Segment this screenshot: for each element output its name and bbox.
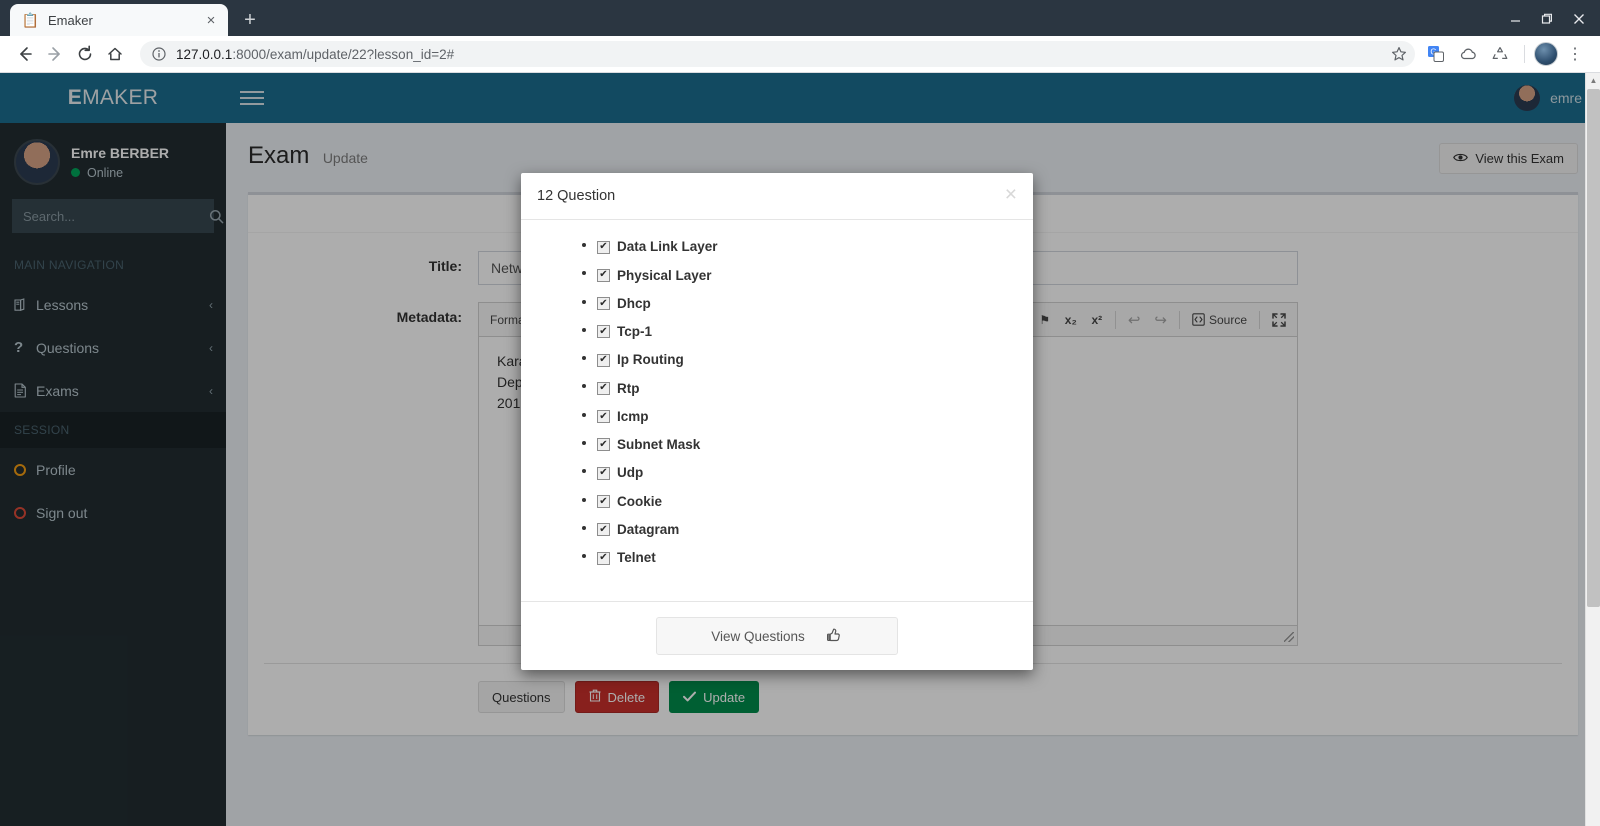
- bookmark-star-icon[interactable]: [1391, 46, 1407, 62]
- question-label: Icmp: [617, 408, 649, 424]
- question-label: Data Link Layer: [617, 239, 718, 255]
- recycle-icon[interactable]: [1485, 39, 1515, 69]
- question-checkbox[interactable]: [597, 495, 610, 509]
- tab-title: Emaker: [48, 12, 93, 28]
- list-item[interactable]: Datagram: [597, 519, 1017, 539]
- translate-icon[interactable]: G: [1421, 39, 1451, 69]
- page-scrollbar[interactable]: ▲: [1585, 73, 1600, 826]
- question-label: Subnet Mask: [617, 437, 701, 453]
- modal-body: Data Link Layer Physical Layer Dhcp Tcp-…: [521, 220, 1033, 601]
- question-label: Datagram: [617, 522, 680, 538]
- cloud-icon[interactable]: [1453, 39, 1483, 69]
- url-path: :8000/exam/update/22?lesson_id=2#: [232, 46, 455, 62]
- browser-menu-icon[interactable]: ⋮: [1560, 39, 1590, 69]
- list-item[interactable]: Icmp: [597, 406, 1017, 426]
- question-list: Data Link Layer Physical Layer Dhcp Tcp-…: [597, 236, 1017, 567]
- list-item[interactable]: Data Link Layer: [597, 236, 1017, 256]
- question-checkbox[interactable]: [597, 438, 610, 452]
- list-item[interactable]: Tcp-1: [597, 321, 1017, 341]
- clipboard-icon: 📋: [21, 12, 40, 28]
- address-bar[interactable]: 127.0.0.1:8000/exam/update/22?lesson_id=…: [140, 41, 1415, 67]
- list-item[interactable]: Rtp: [597, 377, 1017, 397]
- question-label: Udp: [617, 465, 644, 481]
- reload-icon[interactable]: [70, 39, 100, 69]
- question-label: Physical Layer: [617, 267, 712, 283]
- question-checkbox[interactable]: [597, 268, 610, 282]
- new-tab-button[interactable]: +: [236, 6, 264, 34]
- scrollbar-thumb[interactable]: [1587, 89, 1600, 607]
- list-item[interactable]: Ip Routing: [597, 349, 1017, 369]
- question-checkbox[interactable]: [597, 353, 610, 367]
- view-questions-label: View Questions: [711, 628, 805, 644]
- question-checkbox[interactable]: [597, 466, 610, 480]
- list-item[interactable]: Telnet: [597, 547, 1017, 567]
- question-checkbox[interactable]: [597, 551, 610, 565]
- question-label: Dhcp: [617, 295, 651, 311]
- profile-avatar[interactable]: [1534, 42, 1558, 66]
- close-icon[interactable]: ×: [1005, 184, 1017, 205]
- list-item[interactable]: Subnet Mask: [597, 434, 1017, 454]
- question-label: Ip Routing: [617, 352, 684, 368]
- questions-modal: 12 Question × Data Link Layer Physical L…: [521, 173, 1033, 671]
- scroll-up-arrow-icon[interactable]: ▲: [1586, 73, 1600, 88]
- question-label: Telnet: [617, 550, 656, 566]
- window-minimize-button[interactable]: [1500, 6, 1530, 32]
- modal-footer: View Questions: [521, 601, 1033, 670]
- browser-toolbar: 127.0.0.1:8000/exam/update/22?lesson_id=…: [0, 36, 1600, 73]
- question-checkbox[interactable]: [597, 523, 610, 537]
- list-item[interactable]: Cookie: [597, 491, 1017, 511]
- window-maximize-button[interactable]: [1532, 6, 1562, 32]
- window-close-button[interactable]: [1564, 6, 1594, 32]
- question-label: Cookie: [617, 493, 663, 509]
- hand-pointer-icon: [826, 627, 843, 645]
- question-checkbox[interactable]: [597, 325, 610, 339]
- browser-tabstrip: 📋 Emaker × +: [0, 0, 1600, 36]
- question-label: Rtp: [617, 380, 640, 396]
- toolbar-divider: [1524, 45, 1525, 63]
- url-host: 127.0.0.1: [176, 46, 233, 62]
- forward-icon[interactable]: [40, 39, 70, 69]
- view-questions-button[interactable]: View Questions: [656, 617, 898, 656]
- browser-tab[interactable]: 📋 Emaker ×: [10, 4, 228, 36]
- question-label: Tcp-1: [617, 324, 653, 340]
- question-checkbox[interactable]: [597, 240, 610, 254]
- question-checkbox[interactable]: [597, 410, 610, 424]
- url-text: 127.0.0.1:8000/exam/update/22?lesson_id=…: [176, 47, 454, 62]
- app-root: EMAKER Emre BERBER Online MAIN NAVIGATIO…: [0, 73, 1600, 826]
- list-item[interactable]: Udp: [597, 462, 1017, 482]
- home-icon[interactable]: [100, 39, 130, 69]
- site-info-icon[interactable]: [150, 45, 168, 63]
- back-icon[interactable]: [10, 39, 40, 69]
- window-controls: [1500, 6, 1594, 32]
- toolbar-right: G ⋮: [1421, 39, 1590, 69]
- list-item[interactable]: Physical Layer: [597, 264, 1017, 284]
- modal-header: 12 Question ×: [521, 173, 1033, 220]
- question-checkbox[interactable]: [597, 297, 610, 311]
- browser-chrome: 📋 Emaker × + 127.0.0.1:8000/exam/update/…: [0, 0, 1600, 73]
- list-item[interactable]: Dhcp: [597, 293, 1017, 313]
- tab-close-icon[interactable]: ×: [202, 11, 220, 29]
- modal-title: 12 Question: [537, 188, 616, 204]
- question-checkbox[interactable]: [597, 381, 610, 395]
